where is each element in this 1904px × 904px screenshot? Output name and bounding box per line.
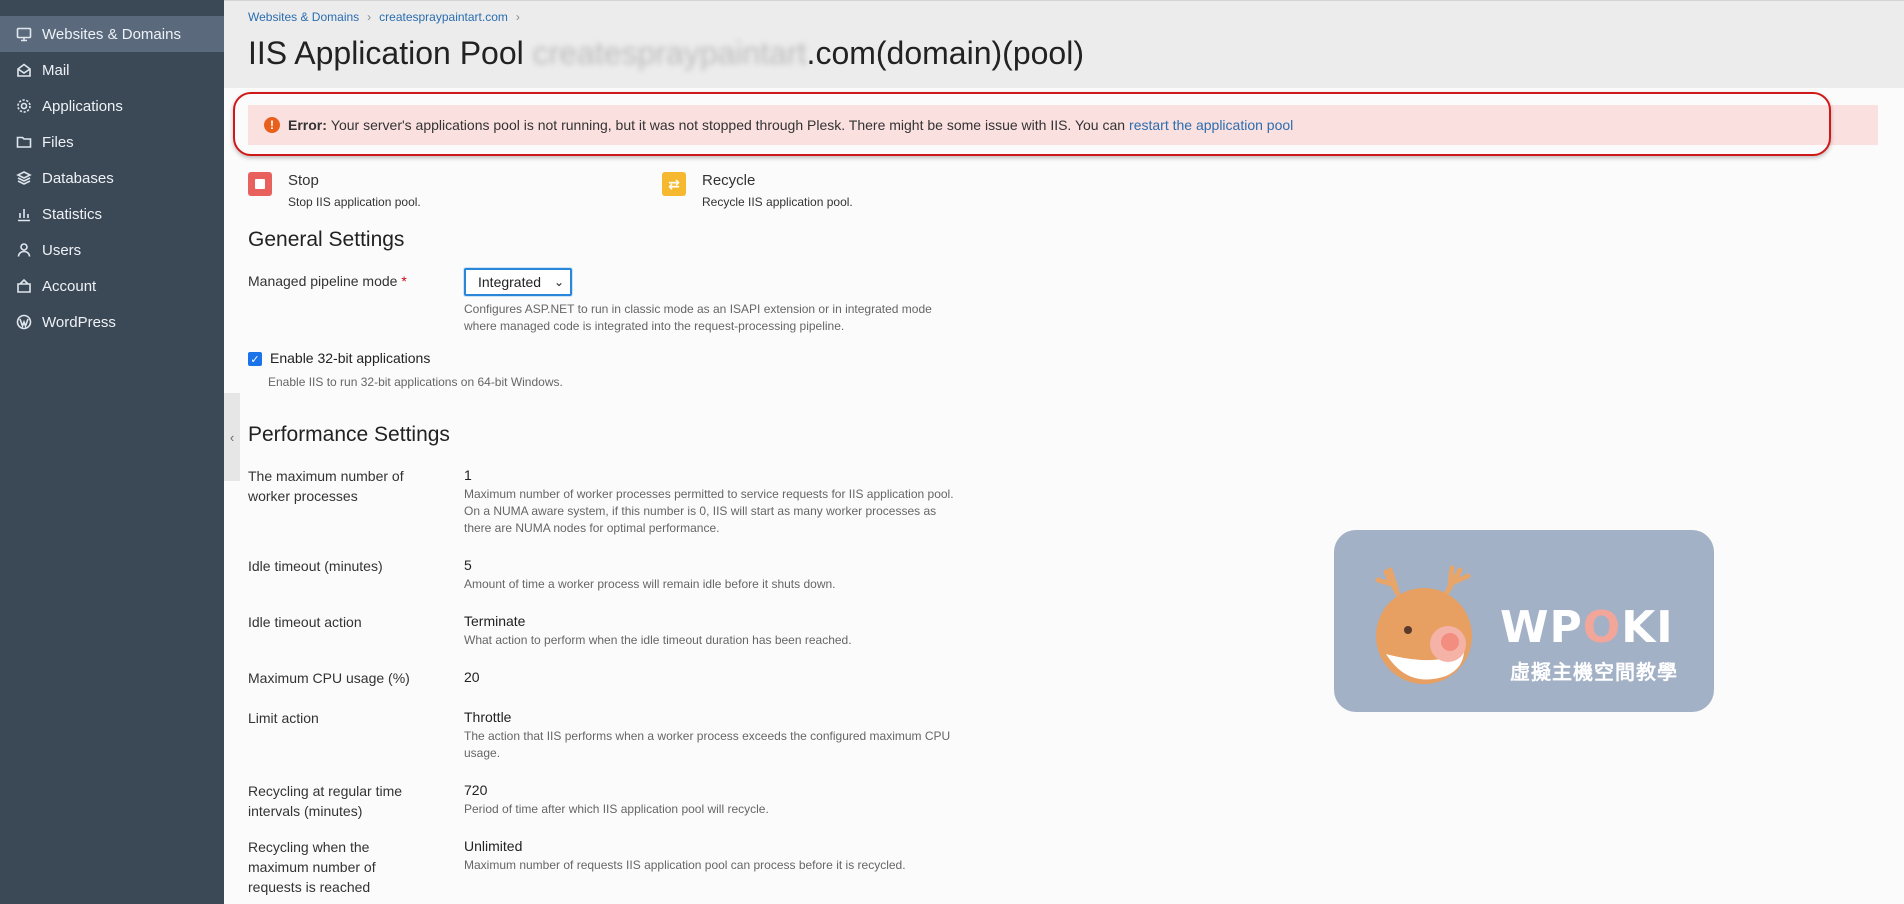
recycling-interval-value[interactable]: 720 [464,782,487,798]
sidebar-item-statistics[interactable]: Statistics [0,196,224,232]
chevron-right-icon: › [367,10,372,24]
chevron-right-icon: › [515,10,520,24]
pipeline-mode-select[interactable]: Integrated ⌄ [464,268,572,296]
wordpress-icon [16,314,32,330]
watermark-logo-o: O [1582,602,1622,653]
pipeline-mode-label: Managed pipeline mode * [248,271,448,291]
max-worker-processes-label: The maximum number of worker processes [248,468,404,504]
sidebar-item-account[interactable]: Account [0,268,224,304]
sidebar: Websites & Domains Mail Applications Fil… [0,0,224,904]
page-title-prefix: IIS Application Pool [248,35,533,71]
stop-icon [248,172,272,196]
sidebar-item-mail[interactable]: Mail [0,52,224,88]
recycle-action[interactable]: ⇄ Recycle Recycle IIS application pool. [662,172,853,209]
sidebar-item-label: Databases [42,169,114,187]
enable-32bit-checkbox[interactable]: ✓ [248,352,262,366]
watermark-logo-w: WP [1500,602,1583,653]
recycling-interval-desc: Period of time after which IIS applicati… [464,802,769,816]
mail-icon [16,62,32,78]
recycle-icon: ⇄ [662,172,686,196]
sidebar-item-label: Account [42,277,97,295]
database-icon [16,170,32,186]
check-icon: ✓ [250,353,260,366]
idle-timeout-action-label: Idle timeout action [248,614,362,630]
chevron-down-icon: ⌄ [553,275,564,289]
idle-timeout-value[interactable]: 5 [464,557,472,573]
sidebar-item-applications[interactable]: Applications [0,88,224,124]
watermark-logo: WPOKI [1500,602,1674,653]
recycling-max-requests-desc: Maximum number of requests IIS applicati… [464,858,906,872]
enable-32bit-label[interactable]: Enable 32-bit applications [270,350,430,366]
monitor-icon [16,26,32,42]
idle-timeout-action-desc: What action to perform when the idle tim… [464,633,852,647]
sidebar-item-databases[interactable]: Databases [0,160,224,196]
idle-timeout-label: Idle timeout (minutes) [248,558,383,574]
page-title: IIS Application Pool createspraypaintart… [248,35,1084,72]
page-header: Websites & Domains › createspraypaintart… [224,0,1904,88]
restart-pool-link[interactable]: restart the application pool [1129,117,1293,133]
wpoki-watermark: WPOKI 虛擬主機空間教學 [1334,530,1714,712]
recycling-interval-label: Recycling at regular time intervals (min… [248,783,403,819]
error-message: ! Error: Your server's applications pool… [248,105,1878,145]
error-text: Your server's applications pool is not r… [330,117,1126,133]
chevron-left-icon: ‹ [229,429,235,445]
recycling-max-requests-value[interactable]: Unlimited [464,838,522,854]
gear-icon [16,98,32,114]
sidebar-item-label: WordPress [42,313,116,331]
max-worker-processes-desc: Maximum number of worker processes permi… [464,487,954,535]
sidebar-item-label: Websites & Domains [42,25,181,43]
sidebar-item-label: Mail [42,61,70,79]
page-title-blurred-domain: createspraypaintart [532,35,807,71]
error-icon: ! [264,117,280,133]
recycling-max-requests-label: Recycling when the maximum number of req… [248,839,376,895]
pipeline-mode-value: Integrated [478,274,542,290]
pipeline-mode-label-text: Managed pipeline mode [248,273,398,289]
deer-mascot-icon [1375,565,1472,684]
general-settings-title: General Settings [248,228,405,251]
required-marker: * [401,273,407,289]
user-icon [16,242,32,258]
idle-timeout-action-value[interactable]: Terminate [464,613,525,629]
idle-timeout-desc: Amount of time a worker process will rem… [464,577,836,591]
sidebar-item-websites-domains[interactable]: Websites & Domains [0,16,224,52]
enable-32bit-desc: Enable IIS to run 32-bit applications on… [268,375,563,389]
stop-action-desc: Stop IIS application pool. [288,195,421,209]
sidebar-item-label: Users [42,241,82,259]
sidebar-item-label: Statistics [42,205,103,223]
sidebar-collapse-button[interactable]: ‹ [224,393,240,481]
limit-action-desc: The action that IIS performs when a work… [464,729,951,760]
stop-action[interactable]: Stop Stop IIS application pool. [248,172,421,209]
watermark-subtitle: 虛擬主機空間教學 [1510,662,1678,684]
performance-settings-title: Performance Settings [248,423,450,446]
recycle-action-title: Recycle [702,172,756,189]
recycle-action-desc: Recycle IIS application pool. [702,195,853,209]
page-title-suffix: .com(domain)(pool) [806,35,1084,71]
sidebar-item-users[interactable]: Users [0,232,224,268]
sidebar-item-files[interactable]: Files [0,124,224,160]
pipeline-mode-desc: Configures ASP.NET to run in classic mod… [464,302,932,333]
max-cpu-usage-label: Maximum CPU usage (%) [248,670,410,686]
watermark-logo-ki: KI [1621,602,1674,653]
sidebar-item-label: Applications [42,97,123,115]
breadcrumb-link[interactable]: Websites & Domains [248,10,359,24]
limit-action-label: Limit action [248,710,319,726]
breadcrumb: Websites & Domains › createspraypaintart… [248,10,528,24]
bar-chart-icon [16,206,32,222]
max-cpu-usage-value[interactable]: 20 [464,669,480,685]
sidebar-item-label: Files [42,133,74,151]
breadcrumb-link[interactable]: createspraypaintart.com [379,10,508,24]
error-label: Error: [288,117,327,133]
stop-action-title: Stop [288,172,319,189]
account-icon [16,278,32,294]
folder-icon [16,134,32,150]
sidebar-item-wordpress[interactable]: WordPress [0,304,224,340]
limit-action-value[interactable]: Throttle [464,709,511,725]
max-worker-processes-value[interactable]: 1 [464,467,472,483]
